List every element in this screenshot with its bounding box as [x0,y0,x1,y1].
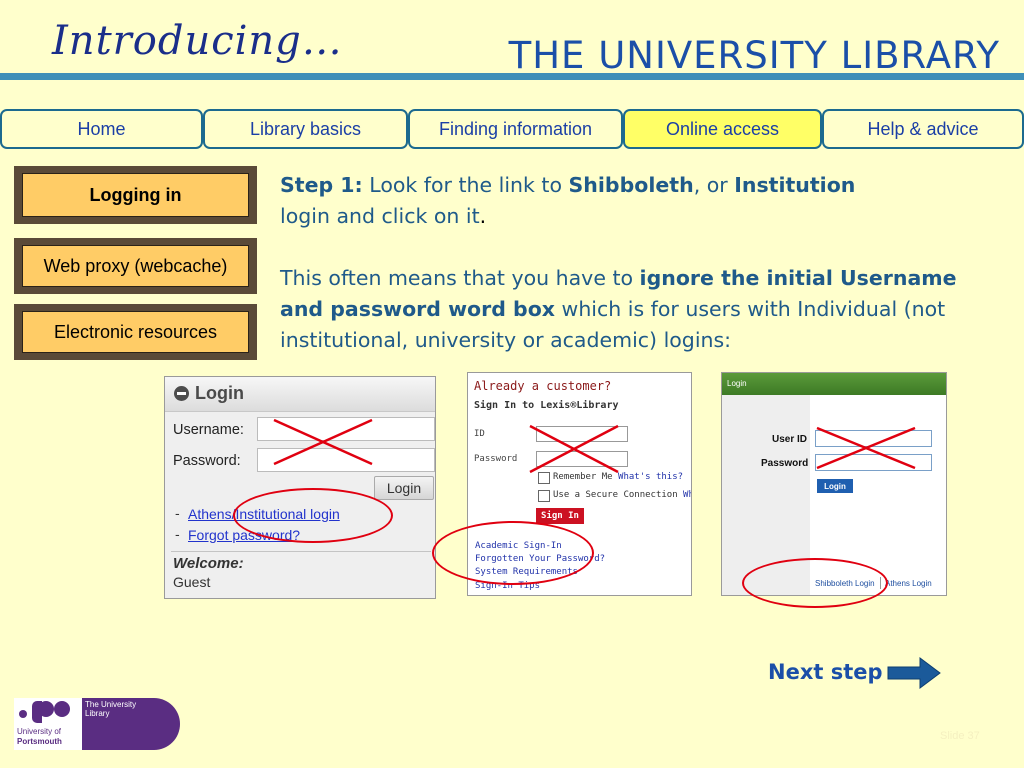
username-label: Username: [173,422,244,438]
university-logo: University of Portsmouth The University … [14,698,180,750]
login-header: Login [165,377,435,412]
sidebar-item-logging-in[interactable]: Logging in [14,166,257,224]
logo-library-text: The University Library [85,700,137,718]
password-label: Password [761,458,809,469]
bullet-dash: - [175,507,180,522]
tab-label: Help & advice [867,118,979,139]
institution-term: Institution [734,173,856,197]
collapse-icon [174,386,189,401]
text-span: This often means that you have to [280,266,640,290]
highlight-ellipse-2 [432,521,594,585]
logo-white-panel: University of Portsmouth [14,698,82,750]
tab-label: Online access [665,118,780,139]
secure-checkbox[interactable] [538,490,550,502]
sidebar-item-web-proxy[interactable]: Web proxy (webcache) [14,238,257,294]
text-span: Look for the link to [362,173,569,197]
text-span: . [479,204,487,228]
logo-o-icon [54,701,70,717]
password-label: Password: [173,453,241,469]
divider [171,551,431,552]
tab-library-basics[interactable]: Library basics [203,109,408,149]
user-id-label: User ID [772,434,808,445]
intro-heading: Introducing… [52,18,343,64]
slide-number: Slide 37 [940,730,980,742]
tab-help-advice[interactable]: Help & advice [822,109,1024,149]
arrow-right-icon[interactable] [886,656,942,690]
sign-in-button[interactable]: Sign In [536,508,584,524]
athens-login-link[interactable]: Athens Login [885,579,932,588]
login-heading: Login [195,383,244,403]
red-cross-3 [816,426,916,470]
secure-link[interactable]: Wh [683,490,691,500]
next-step-label: Next step [768,660,883,684]
sidebar-item-label: Logging in [89,184,182,205]
tab-home[interactable]: Home [0,109,203,149]
header-divider [0,73,1024,80]
sidebar-item-electronic-resources[interactable]: Electronic resources [14,304,257,360]
lexis-subheading: Sign In to Lexis®Library [474,400,619,411]
text-span: login and click on it [280,204,480,228]
red-cross-1 [273,418,373,466]
logo-university-line1: University of [17,727,62,736]
shibboleth-term: Shibboleth [568,173,694,197]
tab-online-access[interactable]: Online access [623,109,822,149]
guest-label: Guest [173,574,211,590]
highlight-ellipse-3 [742,558,888,608]
id-label: ID [474,429,485,439]
login-header-text: Login [727,379,747,388]
sidebar-item-label: Web proxy (webcache) [43,255,228,276]
sidebar-item-label: Electronic resources [53,321,218,342]
step-paragraph-1: Step 1: Look for the link to Shibboleth,… [280,170,910,232]
whats-this-link[interactable]: What's this? [618,472,683,482]
logo-p-bowl-icon [38,701,54,717]
secure-row: Use a Secure Connection Wh [553,490,691,500]
step-label: Step 1: [280,173,363,197]
red-cross-2 [529,424,619,474]
text-span: , or [693,173,735,197]
page-title: THE UNIVERSITY LIBRARY [508,34,1000,77]
bullet-dash: - [175,528,180,543]
welcome-label: Welcome: [173,555,244,572]
step-paragraph-2: This often means that you have to ignore… [280,263,980,356]
next-step-link[interactable]: Next step [768,660,883,684]
secure-label: Use a Secure Connection [553,490,678,500]
login-button[interactable]: Login [817,479,853,493]
tab-label: Finding information [438,118,593,139]
tab-label: Home [77,118,126,139]
step-description: Step 1: Look for the link to Shibboleth,… [280,170,980,356]
highlight-ellipse-1 [233,488,393,543]
logo-dot-icon [19,710,27,718]
login-button[interactable]: Login [374,476,434,500]
tab-finding-information[interactable]: Finding information [408,109,623,149]
lexis-heading: Already a customer? [474,379,612,393]
logo-university-line2: Portsmouth [17,737,62,746]
tab-label: Library basics [249,118,362,139]
logo-library-panel: The University Library [82,698,180,750]
password-label: Password [474,454,518,464]
green-header: Login [722,373,946,395]
